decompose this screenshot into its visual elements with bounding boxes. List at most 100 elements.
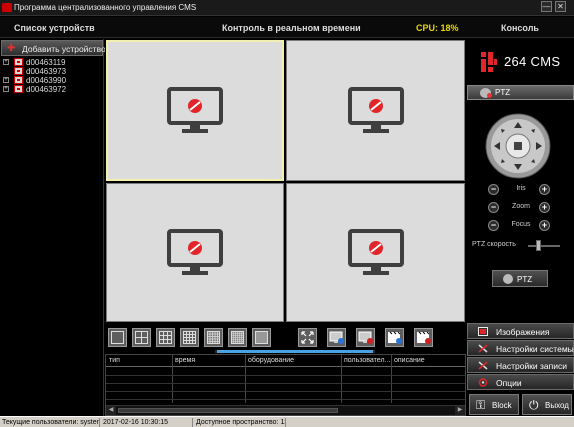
stop-record-button[interactable] [356, 328, 375, 347]
layout-25-button[interactable] [204, 328, 223, 347]
images-button[interactable]: Изображения [467, 323, 574, 339]
column-equipment[interactable]: оборудование [248, 357, 294, 364]
event-table-scrollbar[interactable]: ◀ ▶ [106, 405, 465, 415]
options-label: Опции [496, 378, 522, 388]
window-title: Программа централизованного управления C… [14, 3, 197, 12]
ptz-button[interactable]: PTZ [492, 270, 548, 287]
focus-label: Focus [511, 221, 531, 228]
video-cell-2[interactable] [286, 40, 465, 181]
exit-button[interactable]: ⏻ Выход [522, 394, 572, 415]
block-label: Block [492, 401, 512, 410]
column-type[interactable]: тип [109, 357, 120, 364]
block-button[interactable]: ⚿ Block [469, 394, 519, 415]
live-view-heading: Контроль в реальном времени [222, 23, 361, 33]
layout-36-button[interactable] [228, 328, 247, 347]
column-description[interactable]: описание [394, 357, 425, 364]
layout-16-button[interactable] [180, 328, 199, 347]
tools-icon [478, 344, 488, 353]
video-cell-1[interactable] [106, 40, 284, 181]
ptz-camera-icon [503, 274, 513, 284]
close-all-button[interactable] [414, 328, 433, 347]
table-row[interactable] [106, 375, 465, 376]
focus-plus-button[interactable]: + [539, 220, 550, 231]
iris-control: − Iris + [467, 184, 574, 196]
table-row[interactable] [106, 383, 465, 384]
device-item[interactable]: + d00463119 [2, 58, 102, 67]
ptz-speed-slider[interactable] [536, 240, 542, 251]
minimize-button[interactable]: — [541, 1, 552, 12]
ptz-speed-track[interactable] [528, 245, 560, 247]
table-row[interactable] [106, 399, 465, 400]
device-item[interactable]: + d00463972 [2, 85, 102, 94]
device-item[interactable]: + d00463990 [2, 76, 102, 85]
layout-1-button[interactable] [108, 328, 127, 347]
title-bar: Программа централизованного управления C… [0, 0, 574, 16]
column-time[interactable]: время [175, 357, 195, 364]
options-button[interactable]: Опции [467, 374, 574, 390]
images-label: Изображения [496, 327, 550, 337]
scroll-left-icon[interactable]: ◀ [106, 406, 116, 415]
dvr-device-icon [14, 67, 23, 75]
header-bar: Список устройств Контроль в реальном вре… [0, 17, 574, 38]
layout-scrollbar-thumb[interactable] [217, 350, 373, 353]
ptz-panel-header[interactable]: PTZ [467, 85, 574, 100]
free-space-status: Доступное пространство: 120 [196, 418, 286, 427]
images-icon [478, 327, 488, 336]
table-row[interactable] [106, 391, 465, 392]
layout-25-icon [207, 331, 220, 344]
event-scrollbar-thumb[interactable] [118, 408, 338, 413]
no-signal-monitor-icon [167, 228, 223, 275]
device-name: d00463119 [26, 58, 66, 67]
iris-label: Iris [516, 185, 526, 192]
layout-scrollbar[interactable] [215, 350, 375, 353]
console-panel: 264 CMS PTZ − Iris + − Zoom + − Focus + … [467, 39, 574, 416]
expand-icon[interactable]: + [3, 59, 9, 65]
capture-button[interactable] [385, 328, 404, 347]
device-tree: + d00463119 d00463973 + d00463990 + d004… [2, 58, 102, 94]
record-settings-button[interactable]: Настройки записи [467, 357, 574, 373]
column-user[interactable]: пользовател... [344, 357, 390, 364]
fullscreen-icon [301, 331, 314, 344]
system-settings-button[interactable]: Настройки системы [467, 340, 574, 356]
cpu-usage: CPU: 18% [416, 23, 459, 33]
record-monitor-icon [329, 331, 344, 344]
device-name: d00463973 [26, 67, 67, 76]
add-device-button[interactable]: ✚ Добавить устройство [1, 40, 106, 56]
ptz-direction-pad[interactable] [485, 113, 551, 179]
video-grid [105, 39, 466, 323]
scroll-right-icon[interactable]: ▶ [455, 406, 465, 415]
clapperboard-icon [388, 331, 402, 344]
device-panel: ✚ Добавить устройство + d00463119 d00463… [0, 39, 106, 416]
column-divider [391, 355, 392, 403]
zoom-label: Zoom [512, 203, 530, 210]
console-heading: Консоль [501, 23, 539, 33]
layout-9-button[interactable] [156, 328, 175, 347]
zoom-control: − Zoom + [467, 202, 574, 214]
device-item[interactable]: d00463973 [2, 67, 102, 76]
stop-record-monitor-icon [358, 331, 373, 344]
power-icon: ⏻ [529, 398, 539, 412]
layout-64-icon [255, 331, 268, 344]
dvr-device-icon [14, 58, 23, 66]
logo: 264 CMS [467, 47, 574, 77]
layout-4-icon [135, 331, 148, 344]
record-settings-icon [478, 361, 488, 370]
clapperboard-close-icon [417, 331, 431, 344]
device-name: d00463972 [26, 85, 67, 94]
system-settings-label: Настройки системы [496, 344, 574, 354]
expand-icon[interactable]: + [3, 77, 9, 83]
video-cell-4[interactable] [286, 183, 465, 322]
record-all-button[interactable] [327, 328, 346, 347]
logo-mark-icon [481, 52, 497, 72]
zoom-plus-button[interactable]: + [539, 202, 550, 213]
video-cell-3[interactable] [106, 183, 284, 322]
ptz-speed-control: PTZ скорость [472, 240, 572, 252]
close-button[interactable]: ✕ [555, 1, 566, 12]
layout-9-icon [159, 331, 172, 344]
expand-icon[interactable]: + [3, 86, 9, 92]
iris-plus-button[interactable]: + [539, 184, 550, 195]
layout-4-button[interactable] [132, 328, 151, 347]
layout-64-button[interactable] [252, 328, 271, 347]
layout-36-icon [231, 331, 244, 344]
fullscreen-button[interactable] [298, 328, 317, 347]
